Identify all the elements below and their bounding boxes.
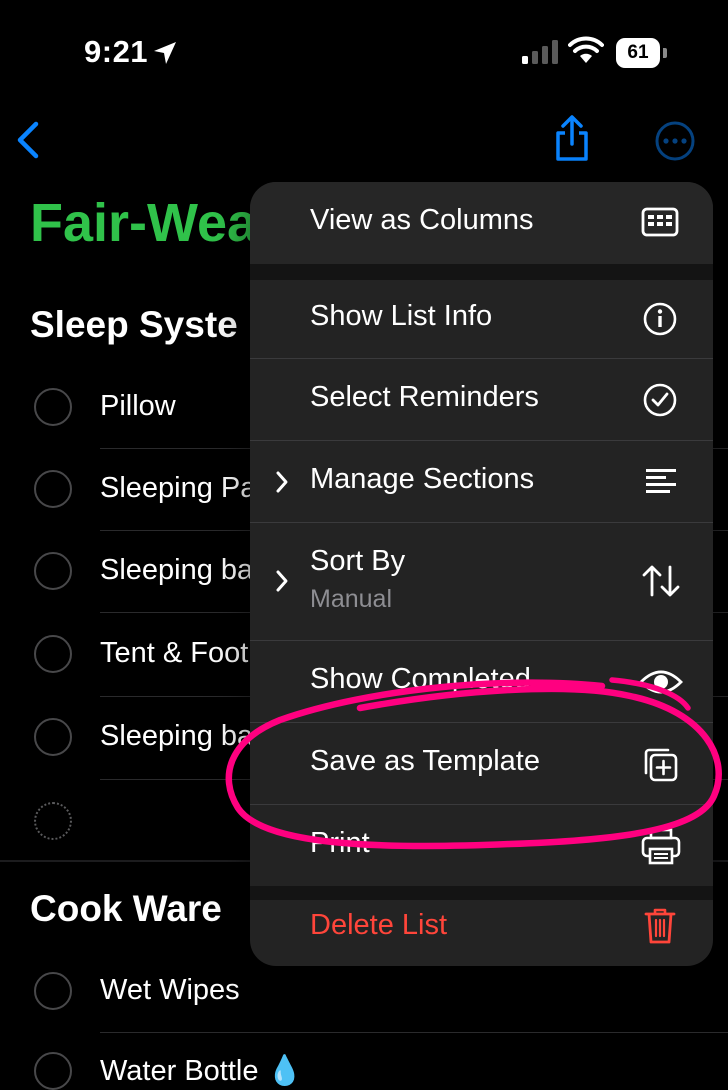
reminder-title[interactable]: Sleeping Pa	[100, 472, 256, 505]
reminder-checkbox[interactable]	[34, 972, 72, 1010]
new-reminder-placeholder[interactable]	[34, 802, 72, 840]
location-arrow-icon	[154, 42, 176, 64]
list-title: Fair-Wea	[30, 193, 258, 253]
chevron-right-icon	[276, 471, 288, 493]
highlight-scribble	[225, 677, 722, 850]
checkmark-circle-icon	[643, 383, 677, 417]
reminder-title[interactable]: Sleeping ba	[100, 554, 253, 587]
menu-item-label: Select Reminders	[310, 381, 539, 413]
back-chevron-icon[interactable]	[14, 118, 44, 162]
reminder-checkbox[interactable]	[34, 1052, 72, 1090]
reminder-checkbox[interactable]	[34, 552, 72, 590]
reminder-title[interactable]: Pillow	[100, 390, 176, 423]
reminder-checkbox[interactable]	[34, 718, 72, 756]
menu-item-label: Delete List	[310, 909, 448, 941]
chevron-right-icon	[276, 570, 288, 592]
reminder-title[interactable]: Tent & Foot	[100, 637, 248, 670]
menu-item-label: Manage Sections	[310, 463, 535, 495]
menu-item-delete-list[interactable]: Delete List	[250, 900, 713, 966]
trash-icon	[644, 908, 676, 944]
reminder-title[interactable]: Water Bottle 💧	[100, 1054, 303, 1088]
wifi-icon	[568, 36, 604, 63]
menu-item-label: Sort By	[310, 545, 406, 577]
sort-by-value: Manual	[310, 585, 392, 613]
reminder-checkbox[interactable]	[34, 388, 72, 426]
status-time: 9:21	[84, 34, 149, 69]
menu-item-sort-by[interactable]: Sort By Manual	[250, 523, 713, 640]
cellular-signal-icon	[522, 40, 558, 64]
menu-item-select-reminders[interactable]: Select Reminders	[250, 359, 713, 440]
section-header[interactable]: Cook Ware	[30, 888, 222, 930]
battery-level: 61	[627, 42, 649, 63]
columns-icon	[641, 207, 679, 237]
info-circle-icon	[643, 302, 677, 336]
menu-item-show-list-info[interactable]: Show List Info	[250, 280, 713, 358]
menu-item-view-as-columns[interactable]: View as Columns	[250, 182, 713, 264]
menu-item-manage-sections[interactable]: Manage Sections	[250, 441, 713, 522]
reminder-checkbox[interactable]	[34, 470, 72, 508]
sort-arrows-icon	[642, 565, 680, 597]
reminder-title[interactable]: Wet Wipes	[100, 974, 240, 1007]
share-icon[interactable]	[552, 114, 592, 162]
menu-item-label: View as Columns	[310, 204, 534, 236]
battery-indicator: 61	[616, 38, 668, 68]
menu-item-label: Show List Info	[310, 300, 493, 332]
list-lines-icon	[646, 469, 676, 493]
more-options-icon[interactable]	[654, 120, 696, 162]
section-header[interactable]: Sleep Syste	[30, 304, 238, 346]
reminder-checkbox[interactable]	[34, 635, 72, 673]
